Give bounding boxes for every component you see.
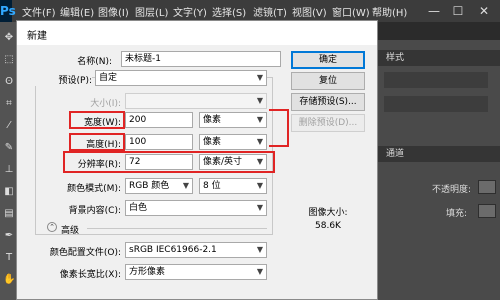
color-profile-label: 颜色配置文件(O):	[49, 248, 121, 258]
eyedropper-tool-icon[interactable]: ⁄	[3, 120, 15, 132]
chevron-down-icon: ▼	[256, 157, 263, 166]
dialog-titlebar: 新建	[17, 21, 377, 45]
image-size-value: 58.6K	[315, 221, 341, 231]
tab-channels[interactable]: 通道	[378, 146, 500, 162]
menu-window[interactable]: 窗口(W)	[332, 4, 370, 19]
pixel-aspect-value: 方形像素	[129, 267, 166, 277]
menu-type[interactable]: 文字(Y)	[173, 4, 207, 19]
save-preset-button[interactable]: 存储预设(S)...	[291, 93, 365, 111]
tab-styles[interactable]: 样式	[378, 50, 500, 66]
width-height-highlight	[269, 109, 289, 147]
ok-button[interactable]: 确定	[291, 51, 365, 69]
gradient-tool-icon[interactable]: ▤	[3, 208, 15, 220]
chevron-down-icon: ▼	[256, 181, 263, 190]
advanced-divider	[87, 228, 267, 229]
color-profile-select[interactable]: sRGB IEC61966-2.1 ▼	[125, 242, 267, 258]
preset-label: 预设(P):	[33, 73, 92, 86]
right-panels: 样式 通道 不透明度: 填充:	[378, 40, 500, 300]
marquee-tool-icon[interactable]: ⬚	[3, 54, 15, 66]
height-input[interactable]: 100	[125, 134, 193, 150]
pen-tool-icon[interactable]: ✒	[3, 230, 15, 242]
menu-filter[interactable]: 滤镜(T)	[253, 4, 287, 19]
pixel-aspect-label: 像素长宽比(X):	[59, 270, 121, 280]
resolution-label: 分辨率(R):	[77, 160, 121, 170]
close-icon[interactable]: ✕	[474, 0, 494, 22]
menu-edit[interactable]: 编辑(E)	[60, 4, 94, 19]
text-tool-icon[interactable]: T	[3, 252, 15, 264]
width-label: 宽度(W):	[84, 118, 121, 128]
chevron-down-icon: ▼	[256, 96, 263, 105]
chevron-down-icon: ▼	[256, 73, 263, 82]
menu-file[interactable]: 文件(F)	[22, 4, 56, 19]
height-label: 高度(H):	[86, 140, 121, 150]
color-profile-value: sRGB IEC61966-2.1	[129, 245, 217, 255]
preset-value: 自定	[99, 73, 118, 83]
opacity-input[interactable]	[478, 180, 496, 194]
hand-tool-icon[interactable]: ✋	[3, 274, 15, 286]
bit-depth-value: 8 位	[203, 181, 221, 191]
width-unit-select[interactable]: 像素 ▼	[199, 112, 267, 128]
color-mode-select[interactable]: RGB 颜色 ▼	[125, 178, 193, 194]
chevron-down-icon: ▼	[256, 115, 263, 124]
styles-swatch-row	[384, 96, 488, 112]
background-label: 背景内容(C):	[68, 206, 121, 216]
pixel-aspect-select[interactable]: 方形像素 ▼	[125, 264, 267, 280]
menu-view[interactable]: 视图(V)	[292, 4, 327, 19]
height-unit-value: 像素	[203, 137, 222, 147]
background-value: 白色	[129, 203, 148, 213]
styles-swatch-row	[384, 72, 488, 88]
width-input[interactable]: 200	[125, 112, 193, 128]
minimize-icon[interactable]: —	[424, 0, 444, 22]
bit-depth-select[interactable]: 8 位 ▼	[199, 178, 267, 194]
chevron-down-icon: ▼	[256, 245, 263, 254]
maximize-icon[interactable]: ☐	[448, 0, 468, 22]
chevron-down-icon: ▼	[182, 181, 189, 190]
name-label: 名称(N):	[77, 57, 112, 67]
chevron-down-icon: ▼	[256, 137, 263, 146]
resolution-unit-select[interactable]: 像素/英寸 ▼	[199, 154, 267, 170]
photoshop-logo: Ps	[0, 0, 16, 22]
move-tool-icon[interactable]: ✥	[3, 32, 15, 44]
stamp-tool-icon[interactable]: ⊥	[3, 164, 15, 176]
resolution-unit-value: 像素/英寸	[203, 157, 243, 167]
size-label: 大小(I):	[90, 99, 121, 109]
reset-button[interactable]: 复位	[291, 72, 365, 90]
color-mode-value: RGB 颜色	[129, 181, 170, 191]
width-unit-value: 像素	[203, 115, 222, 125]
height-unit-select[interactable]: 像素 ▼	[199, 134, 267, 150]
background-select[interactable]: 白色 ▼	[125, 200, 267, 216]
image-size-label: 图像大小:	[308, 208, 348, 218]
size-select: ▼	[125, 93, 267, 109]
crop-tool-icon[interactable]: ⌗	[3, 98, 15, 110]
menu-bar: Ps 文件(F) 编辑(E) 图像(I) 图层(L) 文字(Y) 选择(S) 滤…	[0, 0, 500, 22]
menu-layer[interactable]: 图层(L)	[135, 4, 168, 19]
chevron-down-icon: ▼	[256, 267, 263, 276]
advanced-label[interactable]: 高级	[61, 223, 79, 236]
menu-image[interactable]: 图像(I)	[98, 4, 129, 19]
fill-input[interactable]	[478, 204, 496, 218]
opacity-label: 不透明度:	[432, 185, 472, 195]
collapse-icon[interactable]: ⌃	[47, 222, 57, 232]
menu-help[interactable]: 帮助(H)	[372, 4, 407, 19]
dialog-title: 新建	[27, 31, 47, 42]
delete-preset-button: 删除预设(D)...	[291, 114, 365, 132]
lasso-tool-icon[interactable]: ʘ	[3, 76, 15, 88]
eraser-tool-icon[interactable]: ◧	[3, 186, 15, 198]
fill-label: 填充:	[446, 209, 468, 219]
resolution-input[interactable]: 72	[125, 154, 193, 170]
new-document-dialog: 新建 名称(N): 未标题-1 预设(P): 自定 ▼ 大小(I): ▼ 宽度(W…	[16, 20, 378, 300]
preset-select[interactable]: 自定 ▼	[95, 70, 267, 86]
color-mode-label: 颜色模式(M):	[67, 184, 121, 194]
menu-select[interactable]: 选择(S)	[212, 4, 246, 19]
name-input[interactable]: 未标题-1	[121, 51, 281, 67]
chevron-down-icon: ▼	[256, 203, 263, 212]
brush-tool-icon[interactable]: ✎	[3, 142, 15, 154]
